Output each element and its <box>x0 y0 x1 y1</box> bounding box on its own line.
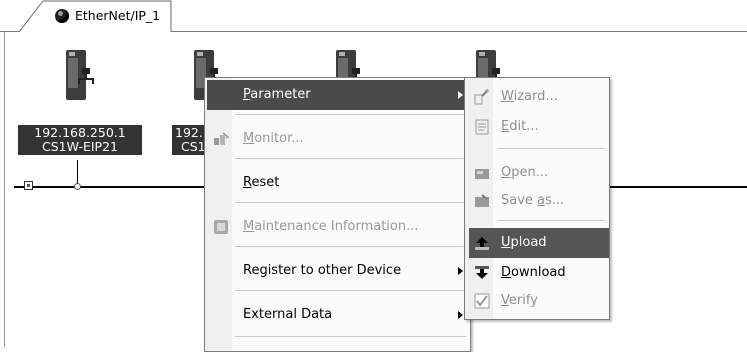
node-model-name: CS1W-EIP21 <box>41 139 118 154</box>
view-left-border <box>4 32 5 347</box>
device-icon-plc[interactable] <box>60 48 94 104</box>
tab-label: EtherNet/IP_1 <box>75 8 161 23</box>
network-globe-icon <box>55 9 69 23</box>
node-ip-address: 192. <box>175 125 203 140</box>
submenu-separator <box>498 220 605 221</box>
device-context-menu: Parameter Monitor... Reset Maintenance I… <box>204 77 471 352</box>
verify-checkbox-icon <box>474 293 490 309</box>
submenu-arrow-icon <box>458 267 463 275</box>
menu-separator <box>235 114 466 115</box>
upload-icon <box>474 235 490 251</box>
bus-connection-dot <box>74 183 81 190</box>
submenu-item-label: Open... <box>501 165 549 180</box>
save-as-icon <box>474 193 490 209</box>
menu-item-label: Parameter <box>243 87 311 102</box>
submenu-item-edit[interactable]: Edit... <box>469 112 609 142</box>
submenu-item-label: Download <box>501 265 566 280</box>
menu-item-maintenance-information[interactable]: Maintenance Information... <box>207 212 468 242</box>
submenu-item-label: Save as... <box>501 193 565 208</box>
submenu-item-wizard[interactable]: Wizard... <box>469 82 609 112</box>
menu-item-label: Reset <box>243 175 280 190</box>
node-ip-address: 192.168.250.1 <box>34 125 126 140</box>
monitor-icon <box>213 131 230 147</box>
open-icon <box>474 165 490 181</box>
menu-item-register-to-other-device[interactable]: Register to other Device <box>207 256 468 286</box>
menu-item-monitor[interactable]: Monitor... <box>207 124 468 154</box>
download-icon <box>474 265 490 281</box>
submenu-item-label: Verify <box>501 293 538 308</box>
menu-separator <box>235 246 466 247</box>
edit-icon <box>474 119 490 135</box>
submenu-arrow-icon <box>458 311 463 319</box>
node-label-device-2[interactable]: 192. CS1 <box>172 125 208 155</box>
menu-separator <box>235 336 466 337</box>
node-model-name: CS1 <box>181 139 206 154</box>
submenu-item-download[interactable]: Download <box>469 258 609 288</box>
menu-separator <box>235 202 466 203</box>
submenu-item-label: Upload <box>501 235 547 250</box>
submenu-item-label: Wizard... <box>501 89 558 104</box>
menu-item-label: External Data <box>243 307 333 322</box>
tab-strip: EtherNet/IP_1 <box>0 0 747 33</box>
submenu-item-upload[interactable]: Upload <box>469 228 609 258</box>
bus-terminator-icon[interactable] <box>24 181 33 190</box>
submenu-item-verify[interactable]: Verify <box>469 286 609 316</box>
maintenance-icon <box>213 219 229 235</box>
menu-item-label: Maintenance Information... <box>243 219 419 234</box>
network-configuration-view: EtherNet/IP_1 192.168.250.1 CS1W-EIP21 1… <box>0 0 747 352</box>
submenu-item-save-as[interactable]: Save as... <box>469 186 609 216</box>
submenu-arrow-icon <box>458 91 463 99</box>
menu-item-external-data[interactable]: External Data <box>207 300 468 330</box>
menu-separator <box>235 290 466 291</box>
node-label-device-1[interactable]: 192.168.250.1 CS1W-EIP21 <box>18 125 142 155</box>
menu-item-parameter[interactable]: Parameter <box>207 80 468 110</box>
parameter-submenu: Wizard... Edit... Open... Save as... Upl… <box>464 77 610 320</box>
menu-separator <box>235 158 466 159</box>
submenu-separator <box>498 148 605 149</box>
submenu-item-open[interactable]: Open... <box>469 158 609 188</box>
menu-item-reset[interactable]: Reset <box>207 168 468 198</box>
submenu-item-label: Edit... <box>501 119 539 134</box>
menu-item-label: Monitor... <box>243 131 304 146</box>
wizard-icon <box>474 89 490 105</box>
menu-item-label: Register to other Device <box>243 263 402 278</box>
